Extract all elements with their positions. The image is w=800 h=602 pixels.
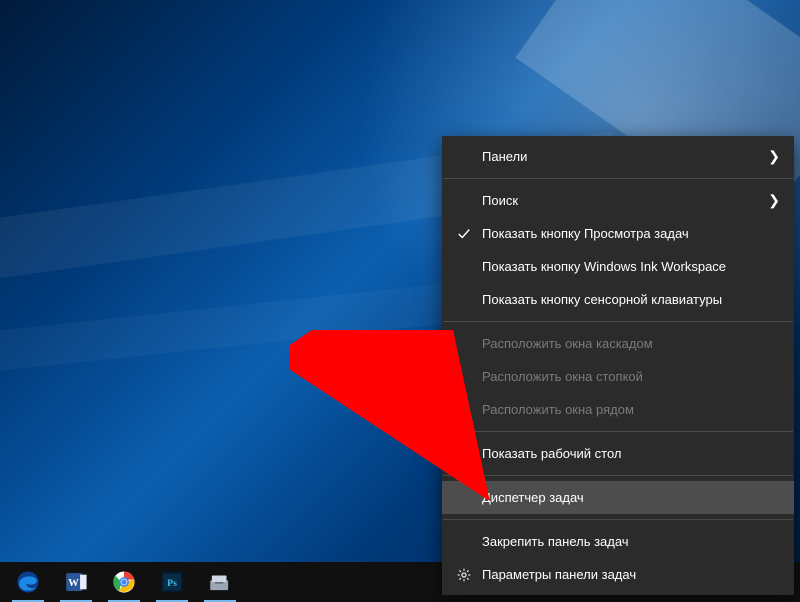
menu-item-panels[interactable]: Панели ❯ <box>442 140 794 173</box>
menu-label: Поиск <box>482 193 768 208</box>
chevron-right-icon: ❯ <box>768 148 780 165</box>
menu-item-taskbar-settings[interactable]: Параметры панели задач <box>442 558 794 591</box>
menu-label: Показать кнопку Windows Ink Workspace <box>482 259 780 274</box>
taskbar-app-word[interactable]: W <box>52 562 100 602</box>
taskbar-app-explorer[interactable] <box>196 562 244 602</box>
menu-label: Закрепить панель задач <box>482 534 780 549</box>
chevron-right-icon: ❯ <box>768 192 780 209</box>
check-icon <box>452 227 476 241</box>
menu-label: Расположить окна рядом <box>482 402 780 417</box>
menu-item-search[interactable]: Поиск ❯ <box>442 184 794 217</box>
menu-item-sidebyside: Расположить окна рядом <box>442 393 794 426</box>
menu-item-cascade: Расположить окна каскадом <box>442 327 794 360</box>
menu-label: Расположить окна каскадом <box>482 336 780 351</box>
menu-label: Расположить окна стопкой <box>482 369 780 384</box>
menu-separator <box>443 431 793 432</box>
menu-separator <box>443 519 793 520</box>
gear-icon <box>452 568 476 582</box>
menu-item-show-touchkb[interactable]: Показать кнопку сенсорной клавиатуры <box>442 283 794 316</box>
menu-label: Показать кнопку Просмотра задач <box>482 226 780 241</box>
menu-label: Параметры панели задач <box>482 567 780 582</box>
taskbar-context-menu: Панели ❯ Поиск ❯ Показать кнопку Просмот… <box>442 136 794 595</box>
svg-text:W: W <box>68 578 79 589</box>
menu-item-show-ink[interactable]: Показать кнопку Windows Ink Workspace <box>442 250 794 283</box>
desktop[interactable]: Панели ❯ Поиск ❯ Показать кнопку Просмот… <box>0 0 800 602</box>
menu-separator <box>443 178 793 179</box>
taskbar-app-chrome[interactable] <box>100 562 148 602</box>
menu-item-task-manager[interactable]: Диспетчер задач <box>442 481 794 514</box>
taskbar-app-photoshop[interactable]: Ps <box>148 562 196 602</box>
menu-label: Показать кнопку сенсорной клавиатуры <box>482 292 780 307</box>
menu-separator <box>443 475 793 476</box>
menu-label: Панели <box>482 149 768 164</box>
taskbar-app-edge[interactable] <box>4 562 52 602</box>
menu-item-show-desktop[interactable]: Показать рабочий стол <box>442 437 794 470</box>
menu-label: Диспетчер задач <box>482 490 780 505</box>
menu-item-lock-taskbar[interactable]: Закрепить панель задач <box>442 525 794 558</box>
menu-separator <box>443 321 793 322</box>
svg-text:Ps: Ps <box>167 578 177 589</box>
menu-label: Показать рабочий стол <box>482 446 780 461</box>
menu-item-stack: Расположить окна стопкой <box>442 360 794 393</box>
menu-item-show-taskview[interactable]: Показать кнопку Просмотра задач <box>442 217 794 250</box>
